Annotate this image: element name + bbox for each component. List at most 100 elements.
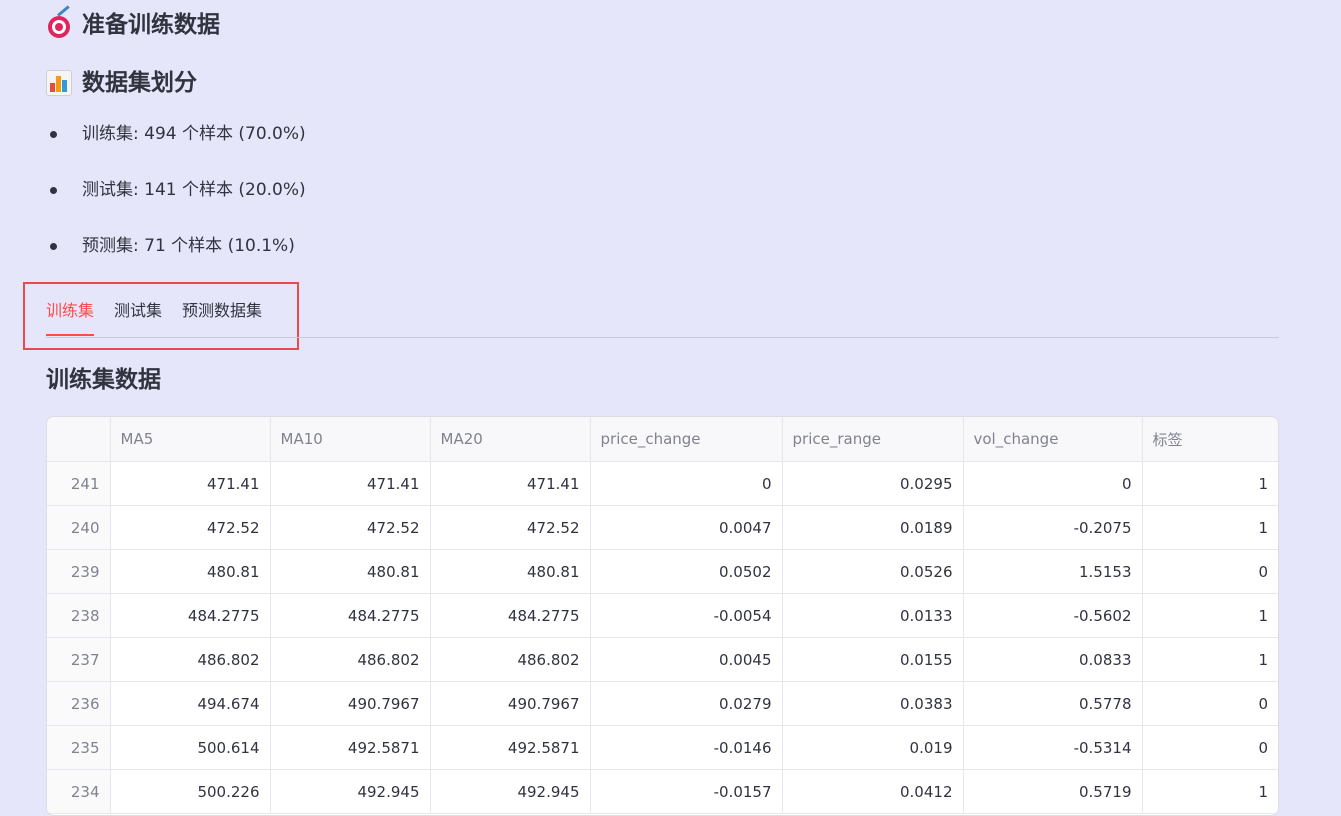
column-header-ma20[interactable]: MA20 xyxy=(430,417,591,462)
table-row: 240 472.52 472.52 472.52 0.0047 0.0189 -… xyxy=(47,505,1278,550)
row-index: 241 xyxy=(47,461,111,506)
split-heading-text: 数据集划分 xyxy=(82,70,197,96)
column-header-ma5[interactable]: MA5 xyxy=(110,417,271,462)
column-header-index[interactable] xyxy=(47,417,111,462)
cell-ma10[interactable]: 484.2775 xyxy=(270,593,431,638)
cell-label[interactable]: 1 xyxy=(1142,461,1278,506)
cell-ma5[interactable]: 500.226 xyxy=(110,769,271,814)
column-header-label[interactable]: 标签 xyxy=(1142,417,1278,462)
cell-price-range[interactable]: 0.0383 xyxy=(782,681,964,726)
section-title: 训练集数据 xyxy=(46,367,161,393)
table-row: 236 494.674 490.7967 490.7967 0.0279 0.0… xyxy=(47,681,1278,726)
cell-label[interactable]: 0 xyxy=(1142,681,1278,726)
table-row: 235 500.614 492.5871 492.5871 -0.0146 0.… xyxy=(47,725,1278,770)
table-row: 241 471.41 471.41 471.41 0 0.0295 0 1 xyxy=(47,461,1278,506)
table-row: 239 480.81 480.81 480.81 0.0502 0.0526 1… xyxy=(47,549,1278,594)
list-item: 训练集: 494 个样本 (70.0%) xyxy=(46,118,1279,174)
cell-price-range[interactable]: 0.0295 xyxy=(782,461,964,506)
page-title: 准备训练数据 xyxy=(46,0,1279,50)
cell-ma5[interactable]: 471.41 xyxy=(110,461,271,506)
cell-ma10[interactable]: 480.81 xyxy=(270,549,431,594)
cell-vol-change[interactable]: -0.2075 xyxy=(963,505,1143,550)
cell-ma10[interactable]: 472.52 xyxy=(270,505,431,550)
cell-vol-change[interactable]: -0.5602 xyxy=(963,593,1143,638)
list-item: 预测集: 71 个样本 (10.1%) xyxy=(46,230,1279,286)
tab-train[interactable]: 训练集 xyxy=(46,300,95,336)
cell-vol-change[interactable]: 0 xyxy=(963,461,1143,506)
tabs-divider xyxy=(46,337,1279,338)
split-heading: 数据集划分 xyxy=(46,58,1279,108)
cell-price-range[interactable]: 0.0189 xyxy=(782,505,964,550)
row-index: 235 xyxy=(47,725,111,770)
cell-price-change[interactable]: 0.0279 xyxy=(590,681,783,726)
cell-label[interactable]: 0 xyxy=(1142,549,1278,594)
cell-ma10[interactable]: 490.7967 xyxy=(270,681,431,726)
table-row: 238 484.2775 484.2775 484.2775 -0.0054 0… xyxy=(47,593,1278,638)
list-item: 测试集: 141 个样本 (20.0%) xyxy=(46,174,1279,230)
cell-ma10[interactable]: 492.5871 xyxy=(270,725,431,770)
tab-bar: 训练集 测试集 预测数据集 xyxy=(46,300,262,336)
cell-price-range[interactable]: 0.0155 xyxy=(782,637,964,682)
row-index: 234 xyxy=(47,769,111,814)
split-stats-list: 训练集: 494 个样本 (70.0%) 测试集: 141 个样本 (20.0%… xyxy=(46,118,1279,286)
cell-ma5[interactable]: 500.614 xyxy=(110,725,271,770)
cell-vol-change[interactable]: 0.5778 xyxy=(963,681,1143,726)
cell-price-change[interactable]: 0 xyxy=(590,461,783,506)
cell-ma10[interactable]: 492.945 xyxy=(270,769,431,814)
main-content: 准备训练数据 数据集划分 训练集: 494 个样本 (70.0%) 测试集: 1… xyxy=(23,0,1279,816)
cell-label[interactable]: 0 xyxy=(1142,725,1278,770)
cell-ma20[interactable]: 492.5871 xyxy=(430,725,591,770)
row-index: 240 xyxy=(47,505,111,550)
row-index: 236 xyxy=(47,681,111,726)
cell-label[interactable]: 1 xyxy=(1142,593,1278,638)
cell-price-change[interactable]: 0.0502 xyxy=(590,549,783,594)
data-table[interactable]: MA5 MA10 MA20 price_change price_range v… xyxy=(46,416,1279,816)
cell-price-range[interactable]: 0.019 xyxy=(782,725,964,770)
cell-price-range[interactable]: 0.0526 xyxy=(782,549,964,594)
column-header-ma10[interactable]: MA10 xyxy=(270,417,431,462)
table-header-row: MA5 MA10 MA20 price_change price_range v… xyxy=(47,417,1278,462)
table-row: 234 500.226 492.945 492.945 -0.0157 0.04… xyxy=(47,769,1278,814)
column-header-price-change[interactable]: price_change xyxy=(590,417,783,462)
cell-ma20[interactable]: 484.2775 xyxy=(430,593,591,638)
cell-ma20[interactable]: 486.802 xyxy=(430,637,591,682)
tab-predict[interactable]: 预测数据集 xyxy=(182,300,262,336)
cell-price-change[interactable]: -0.0157 xyxy=(590,769,783,814)
cell-ma5[interactable]: 480.81 xyxy=(110,549,271,594)
cell-price-range[interactable]: 0.0412 xyxy=(782,769,964,814)
cell-vol-change[interactable]: 0.0833 xyxy=(963,637,1143,682)
column-header-vol-change[interactable]: vol_change xyxy=(963,417,1143,462)
cell-ma5[interactable]: 486.802 xyxy=(110,637,271,682)
cell-vol-change[interactable]: 0.5719 xyxy=(963,769,1143,814)
cell-vol-change[interactable]: 1.5153 xyxy=(963,549,1143,594)
cell-ma10[interactable]: 471.41 xyxy=(270,461,431,506)
target-icon xyxy=(46,5,72,38)
cell-ma20[interactable]: 471.41 xyxy=(430,461,591,506)
cell-ma20[interactable]: 490.7967 xyxy=(430,681,591,726)
tab-test[interactable]: 测试集 xyxy=(114,300,162,336)
cell-ma5[interactable]: 472.52 xyxy=(110,505,271,550)
cell-price-change[interactable]: 0.0045 xyxy=(590,637,783,682)
cell-label[interactable]: 1 xyxy=(1142,769,1278,814)
cell-price-change[interactable]: -0.0054 xyxy=(590,593,783,638)
row-index: 238 xyxy=(47,593,111,638)
cell-ma5[interactable]: 494.674 xyxy=(110,681,271,726)
cell-label[interactable]: 1 xyxy=(1142,637,1278,682)
cell-price-change[interactable]: 0.0047 xyxy=(590,505,783,550)
cell-ma20[interactable]: 480.81 xyxy=(430,549,591,594)
row-index: 239 xyxy=(47,549,111,594)
row-index: 237 xyxy=(47,637,111,682)
table-row: 237 486.802 486.802 486.802 0.0045 0.015… xyxy=(47,637,1278,682)
cell-ma10[interactable]: 486.802 xyxy=(270,637,431,682)
bar-chart-icon xyxy=(46,70,72,96)
cell-label[interactable]: 1 xyxy=(1142,505,1278,550)
cell-price-change[interactable]: -0.0146 xyxy=(590,725,783,770)
column-header-price-range[interactable]: price_range xyxy=(782,417,964,462)
cell-ma5[interactable]: 484.2775 xyxy=(110,593,271,638)
cell-price-range[interactable]: 0.0133 xyxy=(782,593,964,638)
cell-ma20[interactable]: 472.52 xyxy=(430,505,591,550)
page-title-text: 准备训练数据 xyxy=(82,12,220,38)
cell-ma20[interactable]: 492.945 xyxy=(430,769,591,814)
tabs-area: 训练集 测试集 预测数据集 xyxy=(23,282,1279,350)
cell-vol-change[interactable]: -0.5314 xyxy=(963,725,1143,770)
